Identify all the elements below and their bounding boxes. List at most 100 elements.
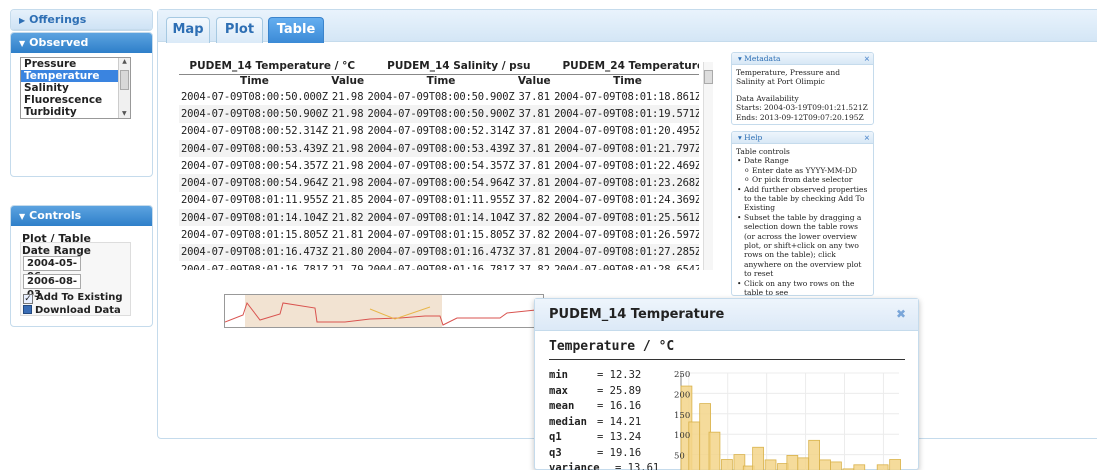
y-tick-label: 250 bbox=[674, 370, 690, 380]
table-row[interactable]: 2004-07-09T08:00:50.900Z 21.98 2004-07-09T… bbox=[179, 105, 699, 123]
histogram-bar bbox=[721, 459, 733, 470]
value-cell: 37.82 bbox=[516, 226, 553, 244]
property-option[interactable]: Turbidity bbox=[21, 106, 118, 118]
time-cell: 2004-07-09T08:01:26.597Z bbox=[552, 226, 699, 244]
column-header-value[interactable]: Value bbox=[516, 74, 552, 88]
table-row[interactable]: 2004-07-09T08:00:53.439Z 21.98 2004-07-09T… bbox=[179, 139, 699, 158]
offerings-header[interactable]: ▶ Offerings bbox=[11, 10, 152, 30]
time-cell: 2004-07-09T08:01:19.571Z bbox=[552, 105, 699, 123]
controls-header[interactable]: ▼ Controls bbox=[11, 206, 152, 226]
property-option[interactable]: Fluorescence bbox=[21, 94, 118, 106]
stat-row: median = 14.21 bbox=[549, 415, 659, 431]
value-cell: 21.81 bbox=[329, 226, 366, 244]
tab-plot[interactable]: Plot bbox=[216, 17, 263, 43]
table-row[interactable]: 2004-07-09T08:01:16.473Z 21.80 2004-07-09T… bbox=[179, 243, 699, 261]
close-icon[interactable]: ✖ bbox=[896, 307, 906, 321]
table-row[interactable]: 2004-07-09T08:00:54.357Z 21.98 2004-07-09T… bbox=[179, 157, 699, 175]
table-row[interactable]: 2004-07-09T08:01:15.805Z 21.81 2004-07-09T… bbox=[179, 226, 699, 244]
metadata-header[interactable]: ▾ Metadata × bbox=[732, 53, 873, 65]
stat-value: = 25.89 bbox=[597, 384, 642, 397]
tab-bar: Map Plot Table bbox=[158, 10, 1097, 43]
end-date-input[interactable]: 2006-08-03 bbox=[23, 274, 81, 300]
time-cell: 2004-07-09T08:01:16.473Z bbox=[365, 243, 517, 261]
time-cell: 2004-07-09T08:00:52.314Z bbox=[179, 122, 330, 140]
y-tick-label: 200 bbox=[674, 390, 690, 400]
property-option[interactable]: Salinity bbox=[21, 82, 118, 94]
availability-end: Ends: 2013-09-12T09:07:20.195Z bbox=[736, 112, 864, 122]
value-cell: 21.80 bbox=[329, 243, 366, 261]
column-group-header: PUDEM_14 Salinity / psu bbox=[365, 59, 553, 75]
table-row[interactable]: 2004-07-09T08:00:52.314Z 21.98 2004-07-09T… bbox=[179, 122, 699, 140]
time-cell: 2004-07-09T08:01:21.797Z bbox=[552, 139, 699, 158]
stat-row: max = 25.89 bbox=[549, 384, 659, 400]
stat-value: = 13.24 bbox=[597, 431, 642, 443]
close-icon[interactable]: × bbox=[864, 53, 870, 64]
chevron-down-icon: ▼ bbox=[19, 39, 26, 48]
list-scrollbar[interactable]: ▲ ▼ bbox=[118, 58, 130, 118]
time-cell: 2004-07-09T08:00:52.314Z bbox=[365, 122, 517, 140]
tab-map[interactable]: Map bbox=[166, 17, 210, 43]
overview-plot[interactable] bbox=[224, 294, 544, 328]
table-row[interactable]: 2004-07-09T08:00:50.000Z 21.98 2004-07-09T… bbox=[179, 88, 699, 106]
scroll-up-icon[interactable]: ▲ bbox=[119, 58, 130, 65]
histogram-bar bbox=[764, 459, 777, 470]
table-scrollbar[interactable] bbox=[703, 62, 713, 270]
time-cell: 2004-07-09T08:01:25.561Z bbox=[552, 209, 699, 227]
temperature-histogram: 05010015020025012.515.017.520.022.525.0 bbox=[674, 370, 901, 470]
property-option-selected[interactable]: Temperature bbox=[21, 70, 118, 82]
table-row[interactable]: 2004-07-09T08:01:11.955Z 21.85 2004-07-09T… bbox=[179, 191, 699, 210]
scroll-down-icon[interactable]: ▼ bbox=[122, 110, 127, 117]
time-cell: 2004-07-09T08:01:16.781Z bbox=[365, 260, 517, 270]
table-row[interactable]: 2004-07-09T08:01:14.104Z 21.82 2004-07-09T… bbox=[179, 209, 699, 227]
time-cell: 2004-07-09T08:00:50.900Z bbox=[365, 88, 517, 106]
tab-table[interactable]: Table bbox=[268, 17, 324, 43]
stats-popup-header[interactable]: PUDEM_14 Temperature ✖ bbox=[535, 299, 918, 331]
help-item: Subset the table by dragging a selection… bbox=[736, 213, 869, 279]
time-cell: 2004-07-09T08:01:24.369Z bbox=[552, 191, 699, 210]
help-item: Add further observed properties to the t… bbox=[736, 185, 869, 213]
value-cell: 21.85 bbox=[329, 191, 366, 210]
value-cell: 37.81 bbox=[516, 174, 553, 192]
start-date-input[interactable]: 2004-05-06 bbox=[23, 256, 81, 282]
time-cell: 2004-07-09T08:00:50.000Z bbox=[179, 88, 330, 106]
scroll-thumb[interactable] bbox=[704, 70, 713, 84]
time-cell: 2004-07-09T08:01:14.104Z bbox=[179, 209, 330, 227]
overview-chart[interactable] bbox=[225, 295, 544, 328]
scroll-thumb[interactable] bbox=[120, 70, 129, 90]
overview-selection[interactable] bbox=[245, 295, 442, 328]
histogram-bar bbox=[819, 459, 831, 470]
help-subitem: Or pick from date selector bbox=[736, 175, 869, 185]
availability-label: Data Availability bbox=[736, 93, 799, 103]
help-header[interactable]: ▾ Help × bbox=[732, 132, 873, 144]
column-header-value[interactable]: Value bbox=[330, 74, 366, 88]
add-to-existing-row[interactable]: ✓ Add To Existing bbox=[23, 292, 123, 304]
value-cell: 21.98 bbox=[329, 139, 366, 158]
value-cell: 37.81 bbox=[516, 122, 553, 140]
column-header-time[interactable]: Time bbox=[179, 74, 330, 88]
stat-row: min = 12.32 bbox=[549, 368, 659, 384]
data-table-container[interactable]: PUDEM_14 Temperature / °C PUDEM_14 Salin… bbox=[179, 59, 699, 270]
table-row[interactable]: 2004-07-09T08:00:54.964Z 21.98 2004-07-09T… bbox=[179, 174, 699, 192]
availability-start: Starts: 2004-03-19T09:01:21.521Z bbox=[736, 103, 868, 113]
stat-key: min bbox=[549, 369, 568, 381]
add-to-existing-checkbox[interactable]: ✓ bbox=[23, 294, 33, 304]
observed-properties-list[interactable]: Pressure Temperature Salinity Fluorescen… bbox=[20, 57, 131, 119]
data-table[interactable]: PUDEM_14 Temperature / °C PUDEM_14 Salin… bbox=[179, 59, 699, 270]
value-cell: 21.98 bbox=[329, 88, 366, 106]
download-data-button[interactable]: Download Data bbox=[23, 305, 121, 316]
column-header-time[interactable]: Time bbox=[552, 74, 699, 88]
column-header-time[interactable]: Time bbox=[366, 74, 517, 88]
observed-properties-header[interactable]: ▼Observed Properties bbox=[11, 33, 152, 70]
y-tick-label: 50 bbox=[674, 452, 685, 462]
time-cell: 2004-07-09T08:01:16.473Z bbox=[179, 243, 330, 261]
time-cell: 2004-07-09T08:01:15.805Z bbox=[179, 226, 330, 244]
histogram-bar bbox=[808, 439, 820, 470]
histogram-bar bbox=[752, 446, 764, 470]
close-icon[interactable]: × bbox=[864, 132, 870, 143]
property-option[interactable]: Pressure bbox=[21, 58, 118, 70]
value-cell: 21.98 bbox=[329, 174, 366, 192]
stat-value: = 19.16 bbox=[597, 446, 642, 459]
value-cell: 21.82 bbox=[329, 209, 366, 227]
table-row[interactable]: 2004-07-09T08:01:16.781Z 21.79 2004-07-09T… bbox=[179, 260, 699, 270]
offerings-panel: ▶ Offerings bbox=[10, 9, 153, 31]
